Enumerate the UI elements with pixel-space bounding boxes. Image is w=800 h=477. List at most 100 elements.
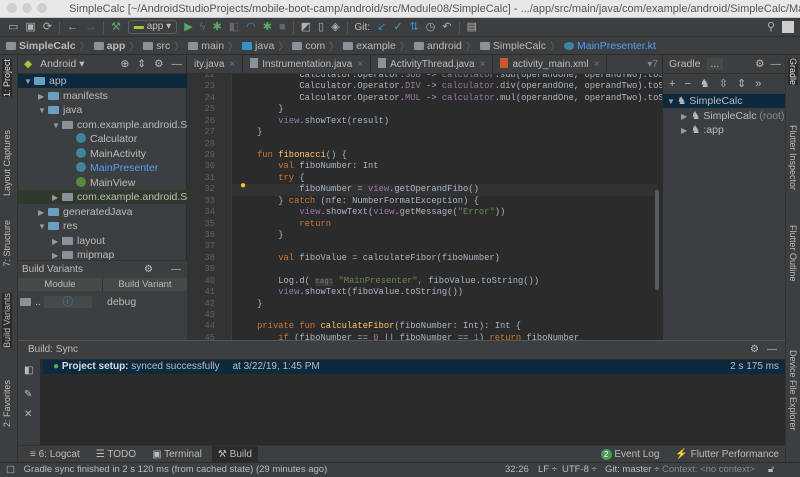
column-header-module[interactable]: Module: [18, 278, 103, 291]
variant-cell[interactable]: debug: [103, 291, 136, 313]
tab-logcat[interactable]: ≡ 6: Logcat: [24, 446, 86, 463]
tab-flutter-performance[interactable]: ⚡ Flutter Performance: [669, 446, 785, 463]
breadcrumb-item[interactable]: app: [93, 40, 125, 52]
minimize-icon[interactable]: —: [771, 58, 782, 70]
back-icon[interactable]: ←: [67, 21, 78, 33]
code-line[interactable]: Log.d( tag: "MainPresenter", fiboValue.t…: [236, 276, 539, 287]
attach-icon[interactable]: ✱: [263, 21, 272, 33]
project-structure-icon[interactable]: ▤: [467, 21, 477, 33]
column-header-variant[interactable]: Build Variant: [103, 278, 187, 291]
stop-icon[interactable]: ■: [279, 21, 286, 33]
expand-arrow-icon[interactable]: ▶: [38, 90, 48, 103]
code-line[interactable]: }: [236, 230, 283, 241]
git-update-icon[interactable]: ↙: [377, 21, 386, 33]
tab-project[interactable]: 1: Project: [2, 59, 12, 98]
tab-layout-captures[interactable]: Layout Captures: [2, 130, 12, 196]
tree-item[interactable]: ▼ com.example.android.SimpleCalc: [18, 118, 187, 132]
gear-icon[interactable]: ⚙: [154, 58, 163, 70]
breadcrumb-item[interactable]: main: [188, 40, 224, 52]
git-compare-icon[interactable]: ⇅: [410, 21, 419, 33]
encoding[interactable]: UTF-8 ÷: [562, 463, 597, 477]
gradle-tree-item[interactable]: ▶ ♞ SimpleCalc (root): [663, 109, 785, 123]
code-line[interactable]: val fiboNumber: Int: [236, 161, 378, 172]
run-config-select[interactable]: ▬ app ▾: [127, 20, 178, 34]
forward-icon[interactable]: →: [85, 21, 96, 33]
expand-arrow-icon[interactable]: ▼: [38, 220, 48, 233]
close-icon[interactable]: ✕: [24, 409, 32, 420]
tree-item[interactable]: ▼ java: [18, 103, 187, 117]
minimize-icon[interactable]: —: [767, 341, 777, 359]
context[interactable]: Context: <no context>: [662, 463, 755, 477]
gradle-tree-item[interactable]: ▼ ♞ SimpleCalc: [663, 94, 785, 108]
gear-icon[interactable]: ⚙: [755, 58, 764, 70]
tree-item[interactable]: ▶ com.example.android.SimpleCalc: [18, 190, 187, 204]
status-window-icon[interactable]: ▢: [6, 464, 15, 475]
tab-event-log[interactable]: 2 Event Log: [595, 446, 666, 463]
save-icon[interactable]: ▣: [25, 21, 35, 33]
gradle-sync-icon[interactable]: ◈: [331, 21, 339, 33]
project-view-select[interactable]: Android ▾: [40, 58, 84, 70]
expand-arrow-icon[interactable]: ▼: [38, 104, 48, 117]
code-line[interactable]: fiboNumber = view.getOperandFibo(): [232, 184, 658, 196]
remove-icon[interactable]: −: [684, 78, 690, 90]
code-line[interactable]: view.showText(view.getMessage("Error")): [236, 207, 505, 218]
tree-item[interactable]: ▼ res: [18, 219, 187, 233]
code-editor[interactable]: Calculator.Operator.SUB -> calculator.su…: [232, 74, 662, 340]
avatar[interactable]: [782, 21, 794, 33]
profile-icon[interactable]: ◠: [246, 21, 256, 33]
expand-arrow-icon[interactable]: ▶: [681, 124, 691, 137]
expand-arrow-icon[interactable]: ▼: [24, 75, 34, 88]
tree-item[interactable]: Calculator: [18, 132, 187, 146]
git-revert-icon[interactable]: ↶: [442, 21, 451, 33]
sync-icon[interactable]: ⟳: [43, 21, 52, 33]
apply-changes-icon[interactable]: ϟ: [200, 21, 206, 33]
tree-item[interactable]: ▶ manifests: [18, 89, 187, 103]
breadcrumb-item[interactable]: SimpleCalc: [479, 40, 546, 52]
search-icon[interactable]: ⚲: [767, 21, 775, 33]
tab-build[interactable]: ⚒ Build: [211, 445, 258, 463]
tabs-overflow[interactable]: ▾7: [647, 55, 658, 73]
code-line[interactable]: Calculator.Operator.DIV -> calculator.di…: [236, 81, 662, 92]
tree-item[interactable]: ▶ generatedJava: [18, 205, 187, 219]
toggle-view-icon[interactable]: ◧: [24, 365, 33, 376]
lightbulb-icon[interactable]: ●: [240, 180, 246, 191]
tab-file[interactable]: Instrumentation.java ×: [243, 55, 372, 73]
line-separator[interactable]: LF ÷: [538, 463, 557, 477]
add-icon[interactable]: +: [669, 78, 675, 90]
tab-build-variants[interactable]: Build Variants: [2, 293, 12, 348]
make-project-icon[interactable]: ⚒: [111, 21, 121, 33]
debug-icon[interactable]: ✱: [212, 21, 221, 33]
tab-structure[interactable]: 7: Structure: [2, 220, 12, 267]
caret-position[interactable]: 32:26: [505, 463, 529, 477]
expand-arrow-icon[interactable]: ▶: [52, 235, 62, 248]
breadcrumb-item[interactable]: android: [413, 40, 462, 52]
expand-arrow-icon[interactable]: ▼: [52, 119, 62, 132]
elephant-icon[interactable]: ♞: [700, 77, 710, 90]
tree-item[interactable]: MainPresenter: [18, 161, 187, 175]
editor-scrollbar[interactable]: [655, 190, 659, 290]
more-button[interactable]: ...: [706, 58, 724, 70]
locate-icon[interactable]: ⊕: [120, 58, 129, 70]
expand-arrow-icon[interactable]: ▶: [52, 191, 62, 204]
run-icon[interactable]: ▶: [184, 21, 192, 33]
attach-debugger-icon[interactable]: ◧: [229, 21, 239, 33]
tab-favorites[interactable]: 2: Favorites: [2, 380, 12, 427]
sdk-manager-icon[interactable]: ◩: [301, 21, 311, 33]
code-line[interactable]: }: [236, 127, 262, 138]
expand-arrow-icon[interactable]: ▼: [667, 95, 677, 108]
expand-all-icon[interactable]: ⇳: [719, 77, 728, 90]
tree-item[interactable]: ▶ layout: [18, 234, 187, 248]
minimize-icon[interactable]: —: [172, 58, 183, 70]
code-line[interactable]: view.showText(result): [236, 116, 389, 127]
gear-icon[interactable]: ⚙: [144, 261, 153, 278]
code-line[interactable]: private fun calculateFibor(fiboNumber: I…: [236, 321, 521, 332]
tab-flutter-inspector[interactable]: Flutter Inspector: [788, 125, 798, 190]
code-line[interactable]: fun fibonacci() {: [236, 150, 347, 161]
code-line[interactable]: return: [236, 219, 331, 230]
expand-arrow-icon[interactable]: ▶: [38, 206, 48, 219]
tab-device-file-explorer[interactable]: Device File Explorer: [788, 350, 798, 431]
tree-item[interactable]: MainActivity: [18, 147, 187, 161]
breadcrumb-item[interactable]: java: [242, 40, 274, 52]
code-line[interactable]: Calculator.Operator.MUL -> calculator.mu…: [236, 93, 662, 104]
tab-file[interactable]: activity_main.xml ×: [493, 55, 608, 73]
